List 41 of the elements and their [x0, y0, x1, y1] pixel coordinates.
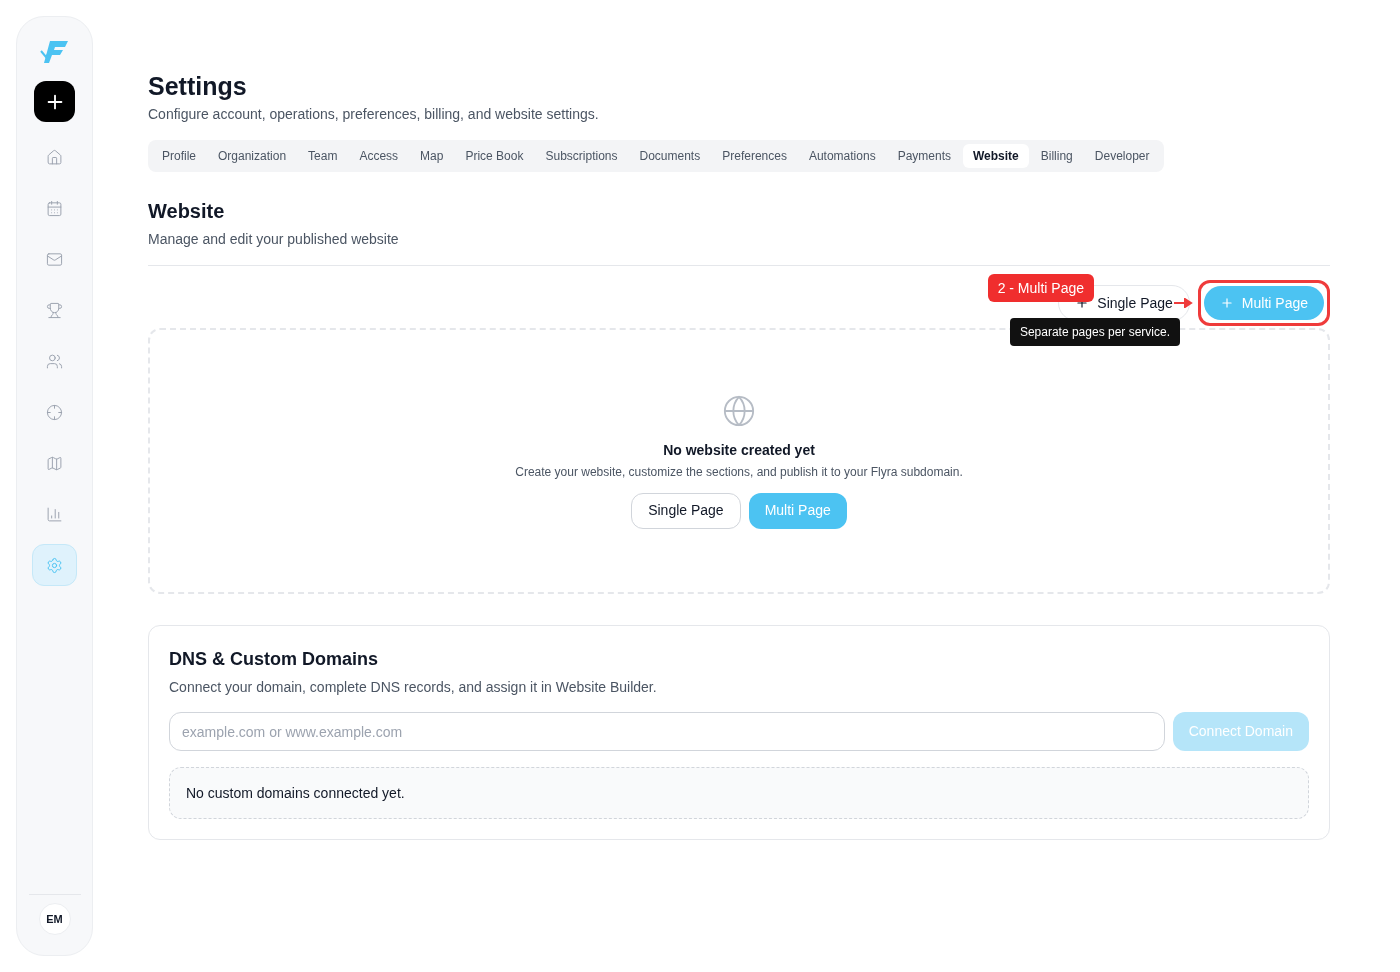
- settings-tab[interactable]: Organization: [208, 144, 297, 168]
- page-title: Settings: [148, 71, 248, 102]
- settings-tab[interactable]: Payments: [887, 144, 961, 168]
- settings-tab[interactable]: Price Book: [455, 144, 534, 168]
- annotation-badge: 2 - Multi Page: [987, 274, 1094, 302]
- settings-tab[interactable]: Profile: [152, 144, 206, 168]
- settings-tab[interactable]: Documents: [629, 144, 711, 168]
- users-icon: [46, 352, 63, 370]
- bar-chart-icon: [46, 505, 63, 523]
- add-button[interactable]: [34, 81, 75, 122]
- globe-icon: [722, 393, 756, 428]
- settings-tab[interactable]: Access: [349, 144, 409, 168]
- empty-message: No custom domains connected yet.: [186, 783, 405, 803]
- settings-tab[interactable]: Subscriptions: [535, 144, 628, 168]
- plus-icon: [1219, 296, 1234, 310]
- settings-icon: [46, 556, 63, 574]
- sidebar-item[interactable]: [32, 544, 77, 586]
- map-icon: [46, 454, 63, 472]
- section-subtitle: Manage and edit your published website: [148, 230, 400, 249]
- settings-tab[interactable]: Automations: [798, 144, 886, 168]
- card-title: DNS & Custom Domains: [169, 648, 380, 671]
- user-avatar[interactable]: EM: [38, 903, 71, 935]
- settings-tab[interactable]: Map: [410, 144, 454, 168]
- crosshair-icon: [46, 403, 63, 421]
- section-title: Website: [148, 199, 226, 224]
- settings-tab[interactable]: Team: [298, 144, 348, 168]
- settings-tab[interactable]: Preferences: [712, 144, 797, 168]
- tooltip: Separate pages per service.: [1009, 318, 1180, 346]
- settings-tab[interactable]: Developer: [1084, 144, 1160, 168]
- mail-icon: [46, 250, 63, 268]
- settings-tab[interactable]: Billing: [1030, 144, 1083, 168]
- calendar-icon: [46, 199, 63, 217]
- trophy-icon: [46, 301, 63, 319]
- empty-text: Create your website, customize the sections, and publish it to your Flyra subdomain.: [515, 463, 963, 481]
- settings-tab[interactable]: Website: [963, 144, 1029, 168]
- single-page-button[interactable]: Single Page: [631, 492, 741, 529]
- home-icon: [46, 148, 63, 166]
- empty-title: No website created yet: [663, 440, 815, 460]
- pointer-arrow: [1174, 298, 1194, 308]
- card-subtitle: Connect your domain, complete DNS records, and assign it in Website Builder.: [169, 678, 658, 697]
- page-subtitle: Configure account, operations, preferences, billing, and website settings.: [148, 105, 600, 124]
